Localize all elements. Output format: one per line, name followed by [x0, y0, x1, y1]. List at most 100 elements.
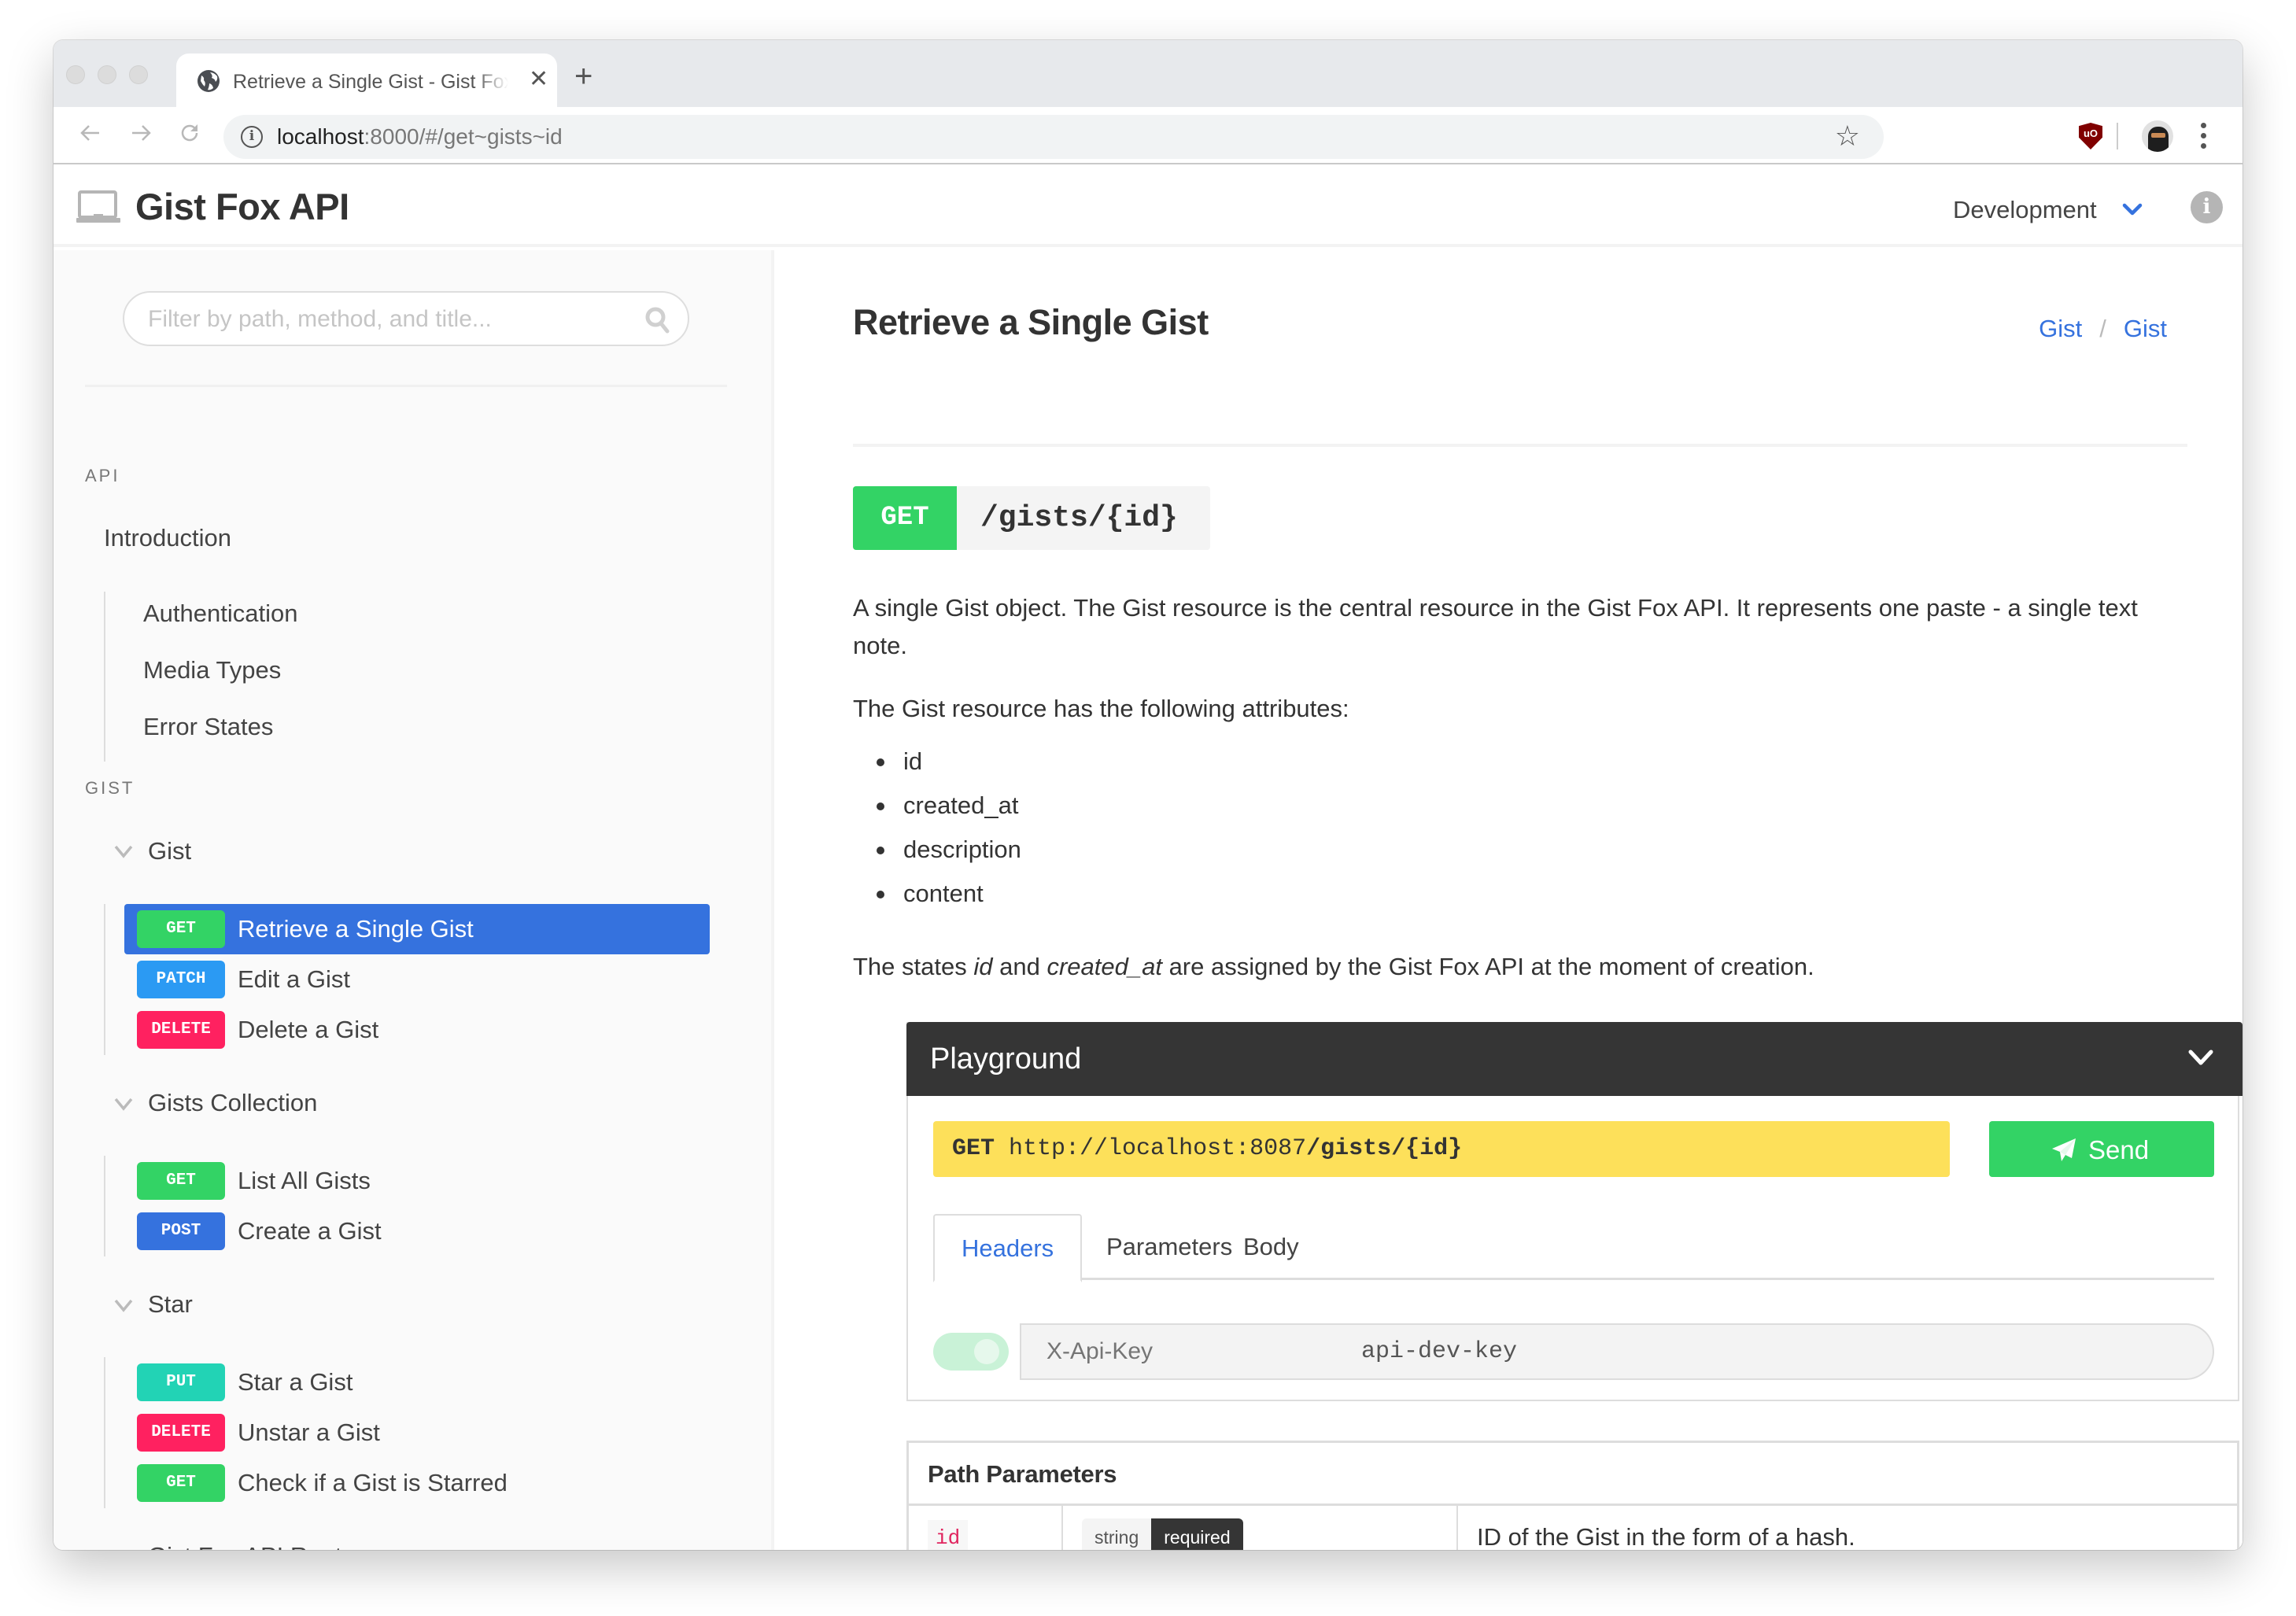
app-title: Gist Fox API	[135, 186, 349, 227]
breadcrumb-link-gist[interactable]: Gist	[2124, 315, 2167, 342]
tab-strip: Retrieve a Single Gist - Gist Fox API ✕ …	[54, 40, 2242, 109]
endpoint-label: Create a Gist	[238, 1217, 382, 1245]
browser-menu-icon[interactable]	[2201, 123, 2207, 153]
reload-icon[interactable]	[178, 121, 201, 145]
endpoint-label: Retrieve a Single Gist	[238, 915, 474, 943]
chevron-down-icon[interactable]	[2121, 197, 2144, 221]
environment-select[interactable]: Development	[1953, 196, 2097, 224]
endpoint-check-starred[interactable]: GET Check if a Gist is Starred	[124, 1458, 710, 1508]
window-close-button[interactable]	[66, 65, 85, 84]
list-item: description	[853, 834, 1021, 878]
app-header: Gist Fox API Development i	[54, 164, 2242, 247]
path-parameters-table: Path Parameters id string required ID of…	[906, 1441, 2239, 1550]
ublock-extension-icon[interactable]: uO	[2079, 123, 2102, 149]
laptop-icon	[76, 190, 120, 223]
endpoint-label: Check if a Gist is Starred	[238, 1469, 508, 1496]
text-span: are assigned by the Gist Fox API at the …	[1161, 953, 1814, 980]
filter-search[interactable]	[123, 291, 689, 346]
info-icon[interactable]: i	[2191, 191, 2223, 223]
method-badge-get: GET	[137, 1162, 225, 1200]
param-name-cell: id	[909, 1506, 1063, 1550]
text-span: The states	[853, 953, 974, 980]
sidebar-divider	[85, 385, 727, 387]
endpoint-star-gist[interactable]: PUT Star a Gist	[124, 1357, 710, 1408]
sidebar-group-gists-collection[interactable]: Gists Collection	[148, 1089, 317, 1117]
send-button[interactable]: Send	[1989, 1121, 2214, 1177]
chevron-down-icon[interactable]	[113, 1097, 134, 1111]
request-method: GET	[952, 1135, 995, 1162]
sidebar-item-introduction[interactable]: Introduction	[104, 524, 231, 552]
title-divider	[853, 444, 2187, 447]
chevron-down-icon[interactable]	[113, 844, 134, 858]
chevron-down-icon[interactable]	[2187, 1047, 2214, 1069]
tab-title: Retrieve a Single Gist - Gist Fox API	[233, 71, 508, 93]
param-type-cell: string required	[1063, 1506, 1458, 1550]
endpoint-label: Unstar a Gist	[238, 1419, 380, 1446]
playground-title: Playground	[930, 1042, 1082, 1075]
browser-tab-active[interactable]: Retrieve a Single Gist - Gist Fox API ✕	[176, 53, 557, 109]
sidebar: API Introduction Authentication Media Ty…	[54, 250, 774, 1550]
sidebar-item-error-states[interactable]: Error States	[143, 713, 273, 741]
endpoint-signature: GET /gists/{id}	[853, 486, 1210, 550]
url-text[interactable]: localhost:8000/#/get~gists~id	[277, 124, 563, 149]
site-info-icon[interactable]: i	[241, 126, 263, 148]
method-badge-get: GET	[137, 1464, 225, 1502]
method-badge-patch: PATCH	[137, 961, 225, 998]
attributes-intro: The Gist resource has the following attr…	[853, 695, 1349, 722]
playground-tabs: Headers Parameters Body	[933, 1214, 2214, 1282]
endpoint-label: Star a Gist	[238, 1368, 353, 1396]
endpoint-unstar-gist[interactable]: DELETE Unstar a Gist	[124, 1408, 710, 1458]
breadcrumb: Gist / Gist	[2039, 315, 2167, 343]
toggle-knob	[974, 1339, 999, 1364]
search-icon[interactable]	[645, 307, 670, 334]
header-enabled-toggle[interactable]	[933, 1333, 1009, 1371]
header-row	[933, 1323, 2214, 1380]
new-tab-button[interactable]: +	[574, 61, 592, 92]
text-span: and	[992, 953, 1047, 980]
chevron-down-icon[interactable]	[113, 1298, 134, 1312]
nav-tree-line	[104, 1156, 105, 1256]
request-url-bar[interactable]: GET http://localhost:8087/gists/{id}	[933, 1121, 1950, 1177]
endpoint-delete-gist[interactable]: DELETE Delete a Gist	[124, 1005, 710, 1055]
globe-icon	[197, 70, 220, 92]
address-bar[interactable]: i localhost:8000/#/get~gists~id ☆	[223, 115, 1884, 159]
filter-input[interactable]	[148, 302, 620, 337]
playground-header[interactable]: Playground	[906, 1022, 2242, 1096]
sidebar-item-authentication[interactable]: Authentication	[143, 600, 297, 628]
sidebar-group-api-root[interactable]: Gist Fox API Root	[148, 1542, 341, 1550]
emphasis-id: id	[973, 953, 993, 980]
attribute-list: id created_at description content	[853, 746, 1021, 922]
sidebar-group-gist[interactable]: Gist	[148, 837, 191, 865]
endpoint-list-all-gists[interactable]: GET List All Gists	[124, 1156, 710, 1206]
nav-tree-line	[104, 1357, 105, 1508]
forward-arrow-icon[interactable]	[129, 121, 153, 145]
paper-plane-icon	[2052, 1138, 2076, 1161]
endpoint-edit-gist[interactable]: PATCH Edit a Gist	[124, 954, 710, 1005]
bookmark-star-icon[interactable]: ☆	[1835, 121, 1860, 151]
window-minimize-button[interactable]	[98, 65, 116, 84]
back-arrow-icon[interactable]	[79, 121, 102, 145]
nav-tree-line	[104, 904, 105, 1055]
sidebar-item-media-types[interactable]: Media Types	[143, 656, 281, 684]
table-row: id string required ID of the Gist in the…	[909, 1506, 2237, 1550]
method-badge-delete: DELETE	[137, 1414, 225, 1452]
avatar-eyes	[2151, 133, 2165, 138]
header-value-input[interactable]	[1336, 1323, 2214, 1380]
header-key-input[interactable]	[1020, 1323, 1338, 1380]
param-description: ID of the Gist in the form of a hash.	[1477, 1523, 1855, 1550]
sidebar-group-star[interactable]: Star	[148, 1290, 193, 1319]
endpoint-retrieve-single-gist[interactable]: GET Retrieve a Single Gist	[124, 904, 710, 954]
endpoint-label: Edit a Gist	[238, 965, 350, 993]
profile-avatar[interactable]	[2142, 120, 2173, 152]
window-zoom-button[interactable]	[129, 65, 148, 84]
list-item: created_at	[853, 790, 1021, 834]
endpoint-create-gist[interactable]: POST Create a Gist	[124, 1206, 710, 1256]
section-label-gist: GIST	[85, 778, 135, 798]
tab-headers[interactable]: Headers	[933, 1214, 1083, 1282]
url-host: localhost	[277, 124, 364, 149]
main-content: Retrieve a Single Gist Gist / Gist GET /gi…	[777, 250, 2242, 1550]
breadcrumb-link-gist-group[interactable]: Gist	[2039, 315, 2082, 342]
tab-body[interactable]: Body	[1216, 1214, 1326, 1280]
close-tab-icon[interactable]: ✕	[529, 68, 548, 91]
browser-toolbar: i localhost:8000/#/get~gists~id ☆ uO	[54, 107, 2242, 164]
